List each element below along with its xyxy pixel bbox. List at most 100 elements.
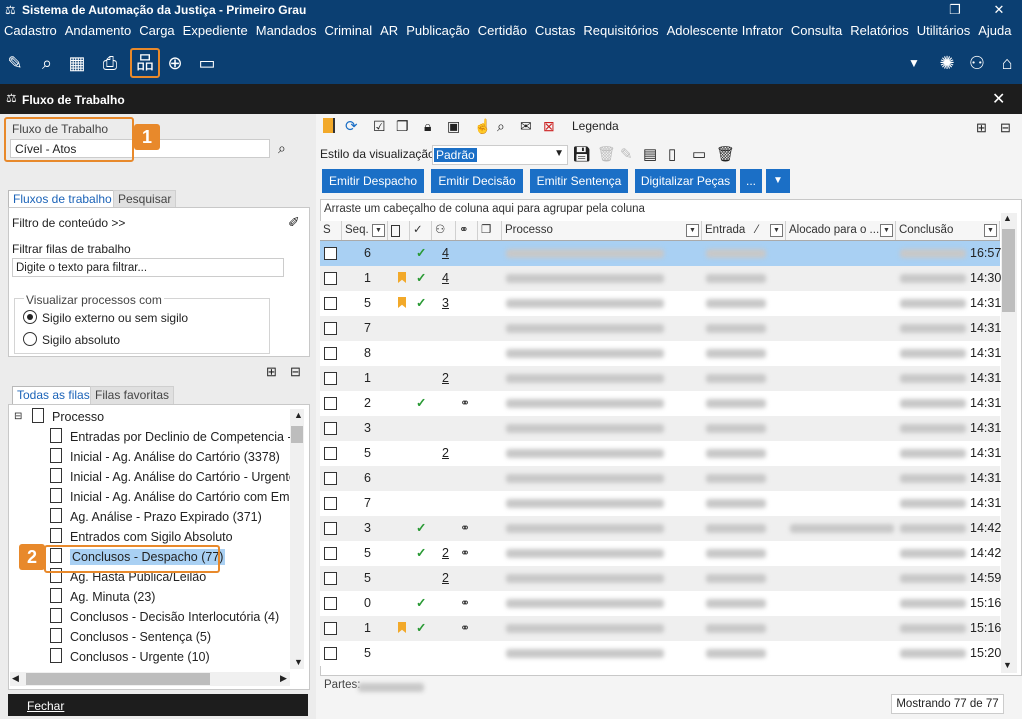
row-checkbox[interactable] xyxy=(324,472,337,485)
col-bookmark[interactable] xyxy=(388,221,410,240)
menu-item[interactable]: Andamento xyxy=(61,20,136,42)
table-row[interactable]: 6 ✓ 4 16:57 xyxy=(320,241,1001,266)
tree-item[interactable]: Conclusos - Sentença (5) xyxy=(50,627,211,647)
tree-hscroll-thumb[interactable] xyxy=(26,673,210,685)
tab-favoritas[interactable]: Filas favoritas xyxy=(90,386,175,405)
table-row[interactable]: 6 14:31 xyxy=(320,466,1001,491)
legenda-link[interactable]: Legenda xyxy=(572,119,619,133)
row-doc-link[interactable]: 4 xyxy=(442,266,449,291)
tab-todas[interactable]: Todas as filas xyxy=(12,386,95,404)
hand-icon[interactable]: ☝ xyxy=(474,118,491,135)
search-icon[interactable]: ⌕ xyxy=(278,140,286,157)
col-attach[interactable]: ❐ xyxy=(478,221,502,240)
emitir-decisao-button[interactable]: Emitir Decisão xyxy=(431,169,523,193)
user-icon[interactable]: ⚇ xyxy=(964,50,990,76)
row-doc-link[interactable]: 3 xyxy=(442,291,449,316)
row-checkbox[interactable] xyxy=(324,622,337,635)
link-icon[interactable]: ⚭ xyxy=(460,616,470,641)
table-row[interactable]: 5 2 14:31 xyxy=(320,441,1001,466)
table-row[interactable]: 5 15:20 xyxy=(320,641,1001,666)
trash-icon[interactable]: 🗑︎ xyxy=(716,145,735,163)
save-style-icon[interactable]: 💾︎ xyxy=(572,145,591,163)
calendar-icon[interactable]: ▦ xyxy=(64,50,90,76)
link-icon[interactable]: ⚭ xyxy=(460,391,470,416)
row-checkbox[interactable] xyxy=(324,597,337,610)
scroll-left-icon[interactable]: ◀ xyxy=(12,673,19,684)
reject-icon[interactable]: ⊠ xyxy=(543,118,555,135)
document-icon[interactable]: ▯ xyxy=(668,145,676,163)
col-entrada[interactable]: Entrada ⁄ ▼ xyxy=(702,221,786,240)
tree-item[interactable]: Inicial - Ag. Análise do Cartório (3378) xyxy=(50,447,280,467)
row-checkbox[interactable] xyxy=(324,347,337,360)
bookmark-icon[interactable] xyxy=(323,118,335,133)
loading-icon[interactable]: ✺ xyxy=(934,50,960,76)
menu-item[interactable]: Requisitórios xyxy=(579,20,662,42)
expand-actions-icon[interactable]: ▼ xyxy=(766,169,790,193)
tree-root[interactable]: Processo xyxy=(32,407,104,427)
tree-item[interactable]: Ag. Análise - Prazo Expirado (371) xyxy=(50,507,262,527)
search-doc-icon[interactable]: ⌕ xyxy=(34,50,60,76)
folder-icon[interactable]: ▭ xyxy=(194,50,220,76)
tree-item[interactable]: Entrados com Sigilo Absoluto xyxy=(50,527,233,547)
col-conclusao[interactable]: Conclusão ▼ xyxy=(896,221,1000,240)
row-doc-link[interactable]: 2 xyxy=(442,366,449,391)
row-checkbox[interactable] xyxy=(324,447,337,460)
table-row[interactable]: 3 14:31 xyxy=(320,416,1001,441)
lock-doc-icon[interactable]: 🔒︎ xyxy=(424,118,431,135)
col-alocado[interactable]: Alocado para o ... ▼ xyxy=(786,221,896,240)
tree-item[interactable]: Inicial - Ag. Análise do Cartório - Urge… xyxy=(50,467,296,487)
table-row[interactable]: 5 ✓ 3 14:31 xyxy=(320,291,1001,316)
col-link[interactable]: ⚭ xyxy=(456,221,478,240)
menu-item[interactable]: Adolescente Infrator xyxy=(663,20,787,42)
table-row[interactable]: 2 ✓ ⚭ 14:31 xyxy=(320,391,1001,416)
row-checkbox[interactable] xyxy=(324,322,337,335)
row-checkbox[interactable] xyxy=(324,297,337,310)
home-icon[interactable]: ⌂ xyxy=(994,50,1020,76)
menu-item[interactable]: Custas xyxy=(531,20,579,42)
menu-item[interactable]: Utilitários xyxy=(913,20,974,42)
dropdown-arrow-icon[interactable]: ▼ xyxy=(901,50,927,76)
digitalizar-pecas-button[interactable]: Digitalizar Peças xyxy=(635,169,736,193)
excel-icon[interactable]: ▤ xyxy=(643,145,657,163)
table-row[interactable]: 1 2 14:31 xyxy=(320,366,1001,391)
row-doc-link[interactable]: 2 xyxy=(442,541,449,566)
row-checkbox[interactable] xyxy=(324,572,337,585)
menu-item[interactable]: Cadastro xyxy=(0,20,61,42)
fechar-button[interactable]: Fechar xyxy=(27,699,64,713)
col-seq[interactable]: Seq. ▼ xyxy=(342,221,388,240)
chevron-down-icon[interactable]: ▼ xyxy=(554,148,564,159)
grid-scroll-up-icon[interactable]: ▲ xyxy=(1003,213,1012,223)
menu-item[interactable]: Publicação xyxy=(402,20,474,42)
edit-icon[interactable]: ✎ xyxy=(2,50,28,76)
table-row[interactable]: 1 ✓ 4 14:30 xyxy=(320,266,1001,291)
row-checkbox[interactable] xyxy=(324,247,337,260)
tree-item[interactable]: Ag. Minuta (23) xyxy=(50,587,155,607)
row-checkbox[interactable] xyxy=(324,372,337,385)
tree-collapse-icon[interactable]: ⊟ xyxy=(290,364,301,380)
row-checkbox[interactable] xyxy=(324,547,337,560)
printer-icon[interactable]: ⎙ xyxy=(97,50,123,76)
window-export-icon[interactable]: ▭ xyxy=(692,145,706,163)
scroll-down-icon[interactable]: ▼ xyxy=(294,657,303,667)
tab-fluxos[interactable]: Fluxos de trabalho xyxy=(8,190,117,208)
workflow-icon[interactable]: 品 xyxy=(130,48,160,78)
restore-button[interactable]: ❐ xyxy=(932,0,978,20)
row-checkbox[interactable] xyxy=(324,647,337,660)
zoom-doc-icon[interactable]: ⌕ xyxy=(497,118,505,135)
menu-item[interactable]: AR xyxy=(376,20,402,42)
col-s[interactable]: S xyxy=(320,221,342,240)
tree-vscroll-thumb[interactable] xyxy=(291,426,303,443)
save-doc-icon[interactable]: ▣ xyxy=(447,118,460,135)
menu-item[interactable]: Relatórios xyxy=(846,20,913,42)
estilo-select[interactable]: Padrão ▼ xyxy=(432,145,568,165)
col-people[interactable]: ⚇ xyxy=(432,221,456,240)
menu-item[interactable]: Ajuda xyxy=(974,20,1015,42)
comment-icon[interactable]: ✉ xyxy=(520,118,532,135)
link-icon[interactable]: ⚭ xyxy=(460,541,470,566)
refresh-icon[interactable]: ⟳ xyxy=(345,117,358,135)
expand-panel-icon[interactable]: ⊞ xyxy=(976,120,987,136)
check-doc-icon[interactable]: ☑ xyxy=(373,118,386,135)
radio-absoluto[interactable] xyxy=(23,332,37,346)
table-row[interactable]: 7 14:31 xyxy=(320,491,1001,516)
collapse-panel-icon[interactable]: ⊟ xyxy=(1000,120,1011,136)
